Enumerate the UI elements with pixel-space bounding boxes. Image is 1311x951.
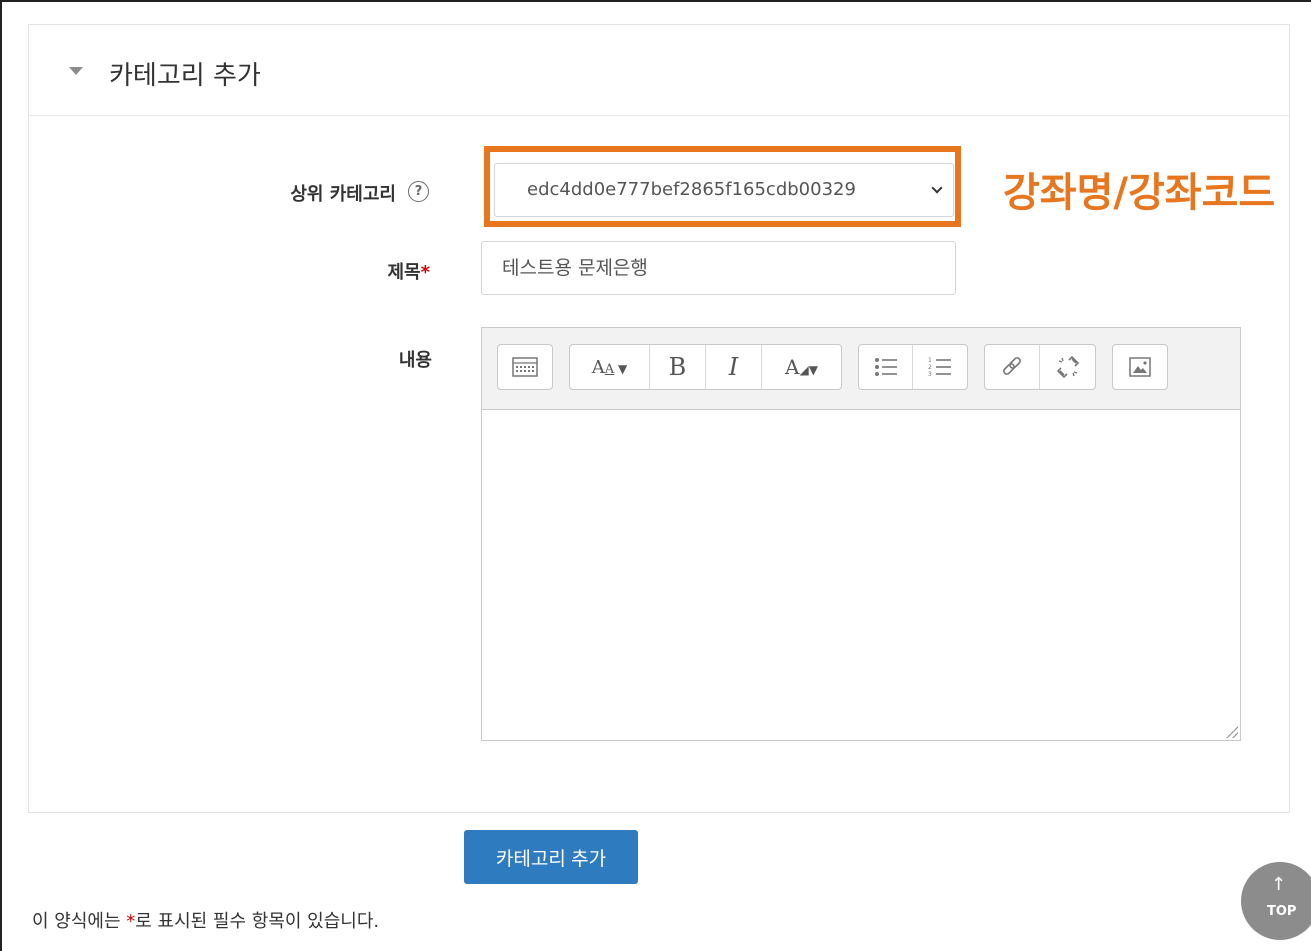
content-label: 내용 xyxy=(398,350,432,371)
editor-toolbar: AA ▼ B I A◢▼ 1 2 3 xyxy=(482,328,1240,410)
parent-category-label: 상위 카테고리 xyxy=(290,184,396,205)
ordered-list-icon: 1 2 3 xyxy=(928,357,951,378)
toolbar-group-toggle xyxy=(497,344,553,390)
unlink-icon xyxy=(1056,355,1079,379)
unordered-list-button[interactable] xyxy=(859,345,913,389)
link-button[interactable] xyxy=(985,345,1040,389)
svg-text:2: 2 xyxy=(928,364,932,371)
link-icon xyxy=(1003,357,1021,375)
toolbar-toggle-button[interactable] xyxy=(498,345,552,389)
required-fields-note: 이 양식에는 *로 표시된 필수 항목이 있습니다. xyxy=(32,911,380,932)
image-icon xyxy=(1129,357,1151,377)
annotation-label: 강좌명/강좌코드 xyxy=(1003,170,1276,216)
top-label: TOP xyxy=(1267,904,1297,919)
svg-text:3: 3 xyxy=(928,371,932,378)
content-editor[interactable]: AA ▼ B I A◢▼ 1 2 3 xyxy=(481,327,1241,741)
add-category-button[interactable]: 카테고리 추가 xyxy=(464,830,638,884)
caret-down-icon[interactable] xyxy=(69,67,83,75)
toolbar-group-lists: 1 2 3 xyxy=(858,344,968,390)
font-size-button[interactable]: AA ▼ xyxy=(570,345,650,389)
toolbar-group-style: AA ▼ B I A◢▼ xyxy=(569,344,842,390)
ordered-list-button[interactable]: 1 2 3 xyxy=(913,345,967,389)
unlink-button[interactable] xyxy=(1040,345,1095,389)
unordered-list-icon xyxy=(874,358,897,376)
resize-handle-icon[interactable] xyxy=(1226,726,1238,738)
section-title[interactable]: 카테고리 추가 xyxy=(109,55,261,92)
annotation-highlight-box xyxy=(484,146,961,227)
toolbar-group-links xyxy=(984,344,1096,390)
toolbar-toggle-icon xyxy=(512,357,538,377)
required-marker: * xyxy=(420,262,430,283)
bold-icon: B xyxy=(668,353,687,381)
text-color-icon: A◢▼ xyxy=(785,355,818,379)
title-label: 제목* xyxy=(387,262,430,283)
text-color-button[interactable]: A◢▼ xyxy=(762,345,841,389)
italic-button[interactable]: I xyxy=(706,345,762,389)
bold-button[interactable]: B xyxy=(650,345,706,389)
italic-icon: I xyxy=(728,353,739,381)
title-input[interactable]: 테스트용 문제은행 xyxy=(481,241,956,295)
font-size-icon: AA ▼ xyxy=(591,356,628,378)
image-button[interactable] xyxy=(1113,345,1167,389)
toolbar-group-media xyxy=(1112,344,1168,390)
fieldset-legend[interactable]: 카테고리 추가 xyxy=(29,25,1289,116)
scroll-top-button[interactable]: ↑ TOP xyxy=(1241,862,1311,940)
help-icon[interactable]: ? xyxy=(408,181,429,202)
svg-text:1: 1 xyxy=(928,357,932,364)
arrow-up-icon: ↑ xyxy=(1271,874,1287,895)
